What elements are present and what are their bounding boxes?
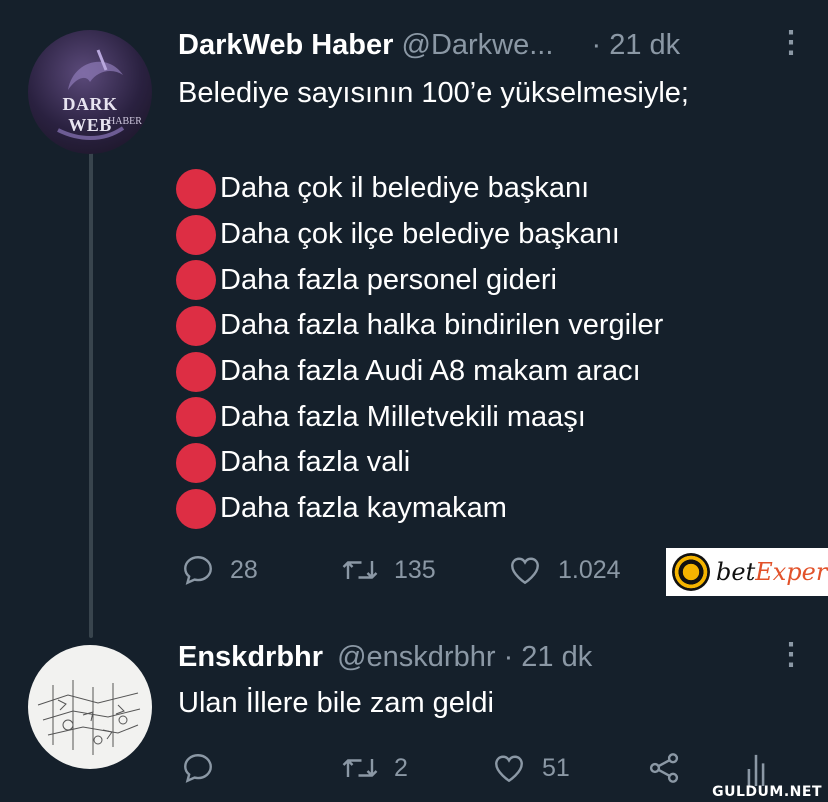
- analytics-icon: [747, 754, 765, 786]
- share-icon: [649, 753, 679, 783]
- like-icon: [511, 557, 539, 585]
- list-item: Daha fazla Milletvekili maaşı: [176, 394, 663, 440]
- darkweb-avatar[interactable]: DARK WEB HABER: [28, 30, 152, 154]
- reply-reply-button[interactable]: [180, 750, 216, 786]
- list-item: Daha fazla halka bindirilen vergiler: [176, 303, 663, 349]
- red-circle-icon: [176, 397, 216, 438]
- reply-icon: [184, 556, 212, 585]
- red-circle-icon: [176, 488, 216, 529]
- like-icon: [495, 755, 523, 783]
- author-handle[interactable]: @Darkwe...: [402, 29, 554, 61]
- reply-author-handle[interactable]: @enskdrbhr: [337, 641, 495, 673]
- reply-more-icon[interactable]: ⋮: [776, 640, 806, 670]
- reply-count: 28: [230, 555, 258, 584]
- retweet-count: 135: [394, 555, 436, 584]
- site-watermark: GULDUM.NET: [712, 784, 822, 800]
- avatar-logo-text: DARK WEB: [62, 94, 118, 135]
- red-circle-icon: [176, 214, 216, 255]
- author-name[interactable]: DarkWeb Haber: [178, 29, 393, 61]
- list-item: Daha fazla vali: [176, 440, 663, 486]
- red-circle-icon: [176, 305, 216, 346]
- red-circle-icon: [176, 168, 216, 209]
- ad-brand-text: betExper: [716, 558, 828, 586]
- like-count: 1.024: [558, 555, 621, 584]
- retweet-icon: [342, 759, 378, 777]
- list-item: Daha fazla personel gideri: [176, 257, 663, 303]
- avatar-logo-subtext: HABER: [108, 116, 142, 127]
- reply-retweet-count: 2: [394, 753, 408, 782]
- reply-time[interactable]: · 21 dk: [504, 641, 593, 673]
- retweet-icon: [342, 561, 378, 579]
- list-item: Daha çok il belediye başkanı: [176, 166, 663, 212]
- list-item: Daha çok ilçe belediye başkanı: [176, 212, 663, 258]
- tweet-bullet-list: Daha çok il belediye başkanı Daha çok il…: [176, 166, 663, 532]
- sketch-drawing-icon: [37, 680, 141, 755]
- like-button[interactable]: 1.024: [506, 552, 621, 588]
- list-item: Daha fazla Audi A8 makam aracı: [176, 349, 663, 395]
- tweet-header: DarkWeb Haber @Darkwe... · 21 dk: [178, 28, 680, 62]
- share-button[interactable]: [646, 750, 682, 786]
- reply-button[interactable]: 28: [180, 552, 258, 588]
- more-icon[interactable]: ⋮: [776, 28, 806, 58]
- reply-retweet-button[interactable]: 2: [340, 750, 408, 786]
- tweet-time[interactable]: · 21 dk: [591, 29, 680, 61]
- red-circle-icon: [176, 260, 216, 301]
- list-item: Daha fazla kaymakam: [176, 486, 663, 532]
- reply-like-button[interactable]: 51: [490, 750, 570, 786]
- reply-icon: [184, 754, 212, 783]
- reply-header: Enskdrbhr @enskdrbhr · 21 dk: [178, 640, 592, 674]
- reply-text: Ulan İllere bile zam geldi: [178, 687, 494, 719]
- poker-chip-icon: [672, 553, 710, 591]
- betexper-ad-banner[interactable]: betExper: [666, 548, 828, 596]
- reply-author-name[interactable]: Enskdrbhr: [178, 641, 323, 673]
- reply-like-count: 51: [542, 753, 570, 782]
- analytics-button[interactable]: [744, 752, 768, 786]
- red-circle-icon: [176, 351, 216, 392]
- thread-connector-line: [89, 150, 93, 638]
- red-circle-icon: [176, 442, 216, 483]
- retweet-button[interactable]: 135: [340, 552, 436, 588]
- tweet-intro-text: Belediye sayısının 100’e yükselmesiyle;: [178, 77, 689, 109]
- enskdrbhr-avatar[interactable]: [28, 645, 152, 769]
